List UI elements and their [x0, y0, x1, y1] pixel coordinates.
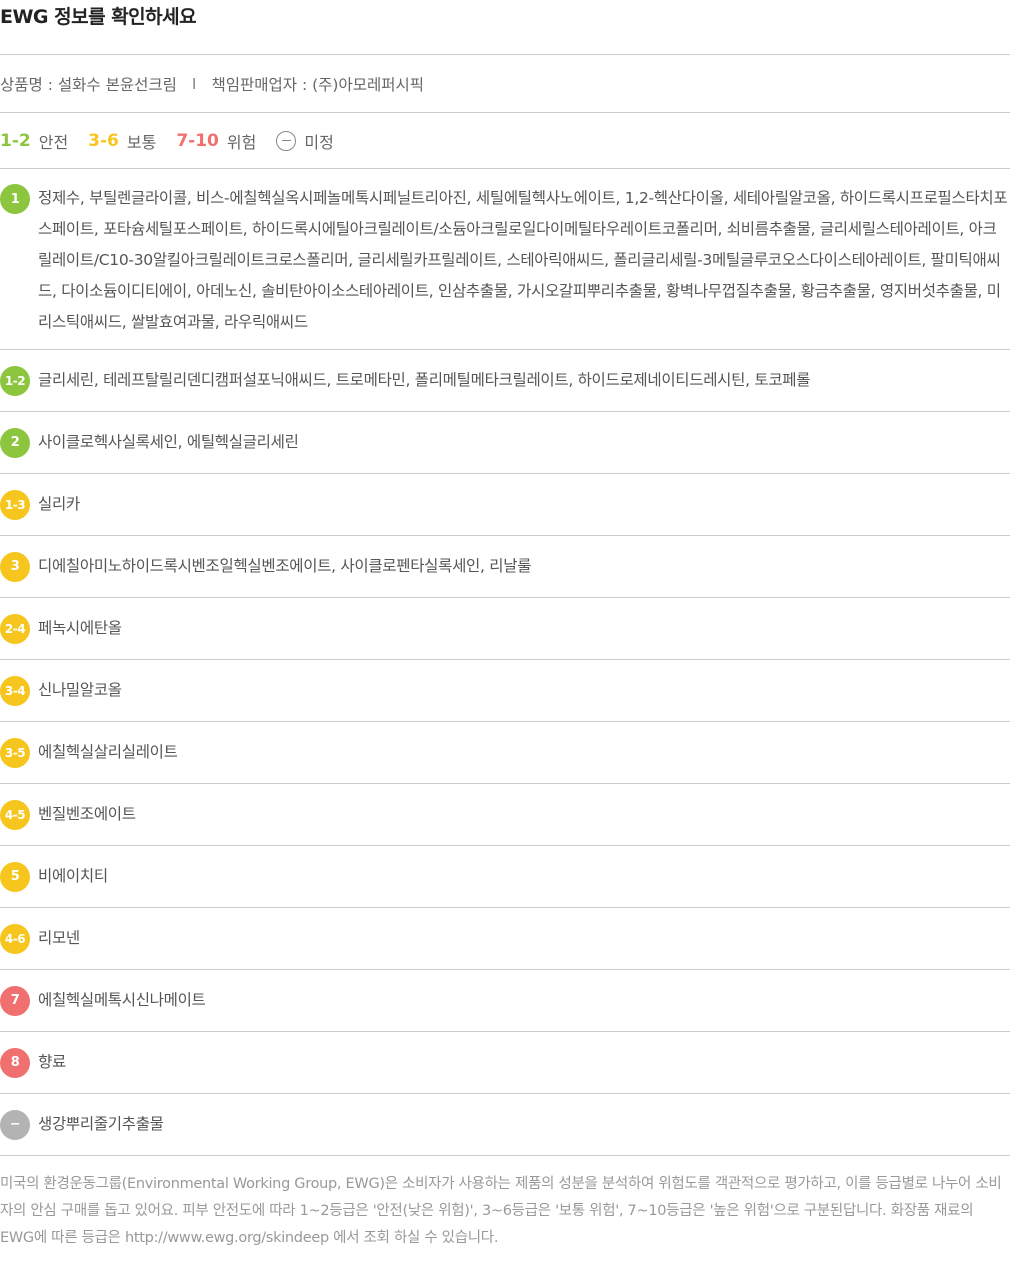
ingredient-names: 사이클로헥사실록세인, 에틸헥실글리세린 — [38, 433, 299, 451]
grade-badge: 3-5 — [0, 737, 30, 768]
ingredient-names: 에칠헥실메톡시신나메이트 — [38, 991, 206, 1009]
ingredient-row: 3-5 에칠헥실살리실레이트 — [0, 722, 1010, 784]
ingredient-row: − 생강뿌리줄기추출물 — [0, 1094, 1010, 1156]
grade-badge: 2 — [0, 427, 30, 458]
legend-danger-range: 7-10 — [176, 130, 219, 151]
ingredient-names: 실리카 — [38, 495, 80, 513]
ingredient-row: 1-2 글리세린, 테레프탈릴리덴디캠퍼설포닉애씨드, 트로메타민, 폴리메틸메타… — [0, 350, 1010, 412]
ingredient-row: 4-5 벤질벤조에이트 — [0, 784, 1010, 846]
ingredient-row: 5 비에이치티 — [0, 846, 1010, 908]
ingredient-names: 향료 — [38, 1053, 66, 1071]
ingredient-names: 신나밀알코올 — [38, 681, 122, 699]
ingredient-names: 비에이치티 — [38, 867, 108, 885]
legend-moderate: 3-6 보통 — [88, 129, 156, 153]
legend-danger: 7-10 위험 — [176, 129, 256, 153]
ingredient-row: 2-4 페녹시에탄올 — [0, 598, 1010, 660]
legend-danger-label: 위험 — [226, 132, 257, 152]
ingredient-names: 생강뿌리줄기추출물 — [38, 1115, 164, 1133]
grade-badge: 4-6 — [0, 923, 30, 954]
minus-circle-icon — [276, 130, 297, 151]
ingredient-row: 3 디에칠아미노하이드록시벤조일헥실벤조에이트, 사이클로펜타실록세인, 리날룰 — [0, 536, 1010, 598]
page-title: EWG 정보를 확인하세요 — [0, 0, 1010, 55]
ingredient-names: 벤질벤조에이트 — [38, 805, 136, 823]
product-separator: I — [191, 74, 197, 93]
ingredient-row: 2 사이클로헥사실록세인, 에틸헥실글리세린 — [0, 412, 1010, 474]
ingredient-row: 1-3 실리카 — [0, 474, 1010, 536]
grade-badge: 2-4 — [0, 613, 30, 644]
grade-badge: 3 — [0, 551, 30, 582]
ingredient-names: 정제수, 부틸렌글라이콜, 비스-에칠헥실옥시페놀메톡시페닐트리아진, 세틸에틸… — [38, 189, 1008, 331]
grade-badge: 4-5 — [0, 799, 30, 830]
legend-safe-label: 안전 — [38, 132, 69, 152]
ingredient-row: 8 향료 — [0, 1032, 1010, 1094]
ingredient-names: 글리세린, 테레프탈릴리덴디캠퍼설포닉애씨드, 트로메타민, 폴리메틸메타크릴레… — [38, 371, 811, 389]
grade-badge: 3-4 — [0, 675, 30, 706]
ewg-page: EWG 정보를 확인하세요 상품명 : 설화수 본윤선크림 I 책임판매업자 :… — [0, 0, 1010, 1271]
legend-unknown: 미정 — [276, 129, 334, 153]
grade-badge: − — [0, 1109, 30, 1140]
grade-badge: 8 — [0, 1047, 30, 1078]
ingredient-row: 4-6 리모넨 — [0, 908, 1010, 970]
grade-badge: 5 — [0, 861, 30, 892]
product-seller: 책임판매업자 : (주)아모레퍼시픽 — [211, 75, 425, 94]
product-name: 상품명 : 설화수 본윤선크림 — [0, 75, 177, 94]
legend-safe-range: 1-2 — [0, 130, 31, 151]
grade-badge: 1-2 — [0, 365, 30, 396]
legend-unknown-label: 미정 — [304, 132, 334, 152]
ewg-footnote: 미국의 환경운동그룹(Environmental Working Group, … — [0, 1176, 1002, 1246]
ingredient-row: 7 에칠헥실메톡시신나메이트 — [0, 970, 1010, 1032]
legend-safe: 1-2 안전 — [0, 129, 68, 153]
grade-badge: 1 — [0, 184, 30, 214]
legend-moderate-label: 보통 — [126, 132, 157, 152]
ingredient-names: 페녹시에탄올 — [38, 619, 122, 637]
ingredient-row: 3-4 신나밀알코올 — [0, 660, 1010, 722]
ingredient-row: 1 정제수, 부틸렌글라이콜, 비스-에칠헥실옥시페놀메톡시페닐트리아진, 세틸에… — [0, 169, 1010, 350]
ingredient-names: 에칠헥실살리실레이트 — [38, 743, 178, 761]
grade-badge: 7 — [0, 985, 30, 1016]
product-info: 상품명 : 설화수 본윤선크림 I 책임판매업자 : (주)아모레퍼시픽 — [0, 55, 1010, 113]
ingredient-list: 1 정제수, 부틸렌글라이콜, 비스-에칠헥실옥시페놀메톡시페닐트리아진, 세틸에… — [0, 169, 1010, 1156]
ingredient-names: 리모넨 — [38, 929, 80, 947]
ingredient-names: 디에칠아미노하이드록시벤조일헥실벤조에이트, 사이클로펜타실록세인, 리날룰 — [38, 557, 532, 575]
legend-moderate-range: 3-6 — [88, 130, 119, 151]
grade-legend: 1-2 안전 3-6 보통 7-10 위험 미정 — [0, 113, 1010, 169]
grade-badge: 1-3 — [0, 489, 30, 520]
